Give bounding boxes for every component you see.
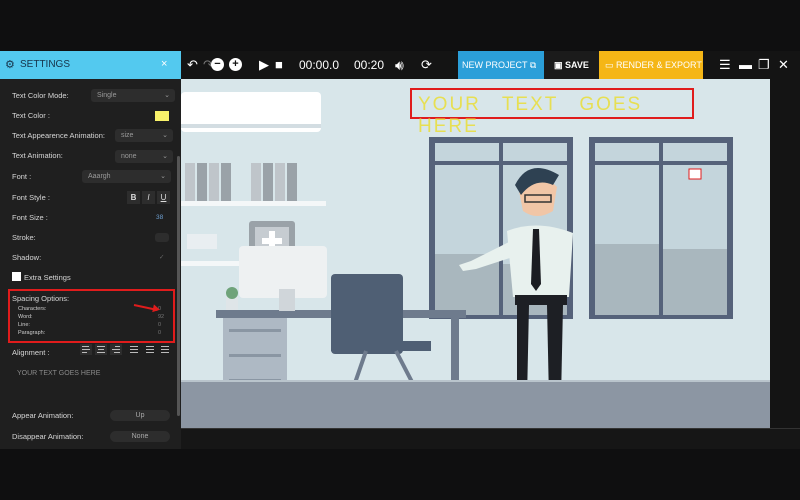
canvas-right-gutter xyxy=(770,79,800,428)
spacing-options-box: Spacing Options: Characters: 0 Word: 92 … xyxy=(8,289,175,343)
justify-all-button[interactable] xyxy=(144,344,156,355)
chevron-down-icon: ⌄ xyxy=(162,153,168,160)
air-conditioner xyxy=(181,92,321,132)
minimize-icon[interactable]: ▬ xyxy=(739,57,752,73)
italic-button[interactable]: I xyxy=(142,191,155,204)
close-icon[interactable]: × xyxy=(161,58,167,70)
chevron-down-icon: ⌄ xyxy=(162,132,168,139)
justify-last-button[interactable] xyxy=(159,344,171,355)
align-left-button[interactable] xyxy=(80,344,92,355)
volume-icon[interactable]: 🔊︎ xyxy=(395,57,404,73)
align-center-button[interactable] xyxy=(95,344,107,355)
spacing-options-title: Spacing Options: xyxy=(12,294,70,303)
stop-icon[interactable]: ■ xyxy=(275,57,283,73)
spacing-characters-label: Characters: xyxy=(18,306,47,312)
stroke-toggle[interactable] xyxy=(155,233,169,242)
font-value: Aaargh xyxy=(88,173,111,180)
font-select[interactable]: Aaargh ⌄ xyxy=(82,170,171,183)
settings-header: ⚙ SETTINGS × xyxy=(0,51,181,79)
play-icon[interactable]: ▶ xyxy=(259,57,269,73)
gear-icon: ⚙ xyxy=(5,59,15,71)
underline-button[interactable]: U xyxy=(157,191,170,204)
text-animation-select[interactable]: none ⌄ xyxy=(115,150,173,163)
bottom-bar xyxy=(0,449,800,500)
close-window-icon[interactable]: ✕ xyxy=(778,57,789,73)
text-animation-value: none xyxy=(121,153,137,160)
new-project-label: NEW PROJECT xyxy=(462,60,528,70)
annotation-arrow-head xyxy=(152,304,161,314)
render-export-button[interactable]: ▭ RENDER & EXPORT xyxy=(599,51,703,79)
font-size-label: Font Size : xyxy=(12,213,48,222)
alignment-label: Alignment : xyxy=(12,348,50,357)
headline-text-box[interactable]: YOUR TEXT GOES HERE xyxy=(410,88,694,137)
current-time: 00:00.0 xyxy=(299,58,340,72)
window-right xyxy=(589,137,733,319)
save-label: SAVE xyxy=(565,60,589,70)
text-input[interactable]: YOUR TEXT GOES HERE xyxy=(17,370,100,377)
spacing-paragraph-label: Paragraph: xyxy=(18,330,46,336)
timeline-strip[interactable] xyxy=(181,428,800,449)
scene-canvas[interactable]: YOUR TEXT GOES HERE xyxy=(181,79,770,428)
layers-icon[interactable]: ☰ xyxy=(719,57,731,73)
chevron-down-icon: ⌄ xyxy=(164,92,170,99)
text-color-mode-label: Text Color Mode: xyxy=(12,91,69,100)
font-size-input[interactable]: 38 xyxy=(156,214,163,221)
disappear-animation-select[interactable]: None xyxy=(110,431,170,442)
render-label: RENDER & EXPORT xyxy=(616,60,702,70)
appearance-animation-select[interactable]: size ⌄ xyxy=(115,129,173,142)
floor xyxy=(181,382,770,428)
font-style-label: Font Style : xyxy=(12,193,50,202)
top-toolbar: ↶ ↷ − + ▶ ■ 00:00.0 00:20 🔊︎ ⟳ NEW PROJE… xyxy=(181,51,800,79)
panel-scrollbar[interactable] xyxy=(177,156,180,416)
text-color-mode-value: Single xyxy=(97,92,117,99)
spacing-line-label: Line: xyxy=(18,322,30,328)
font-label: Font : xyxy=(12,172,32,181)
save-button[interactable]: ▣ SAVE xyxy=(544,51,599,79)
appearance-animation-label: Text Appearence Animation: xyxy=(12,131,105,140)
new-project-button[interactable]: NEW PROJECT ⧉ xyxy=(458,51,544,79)
plant xyxy=(226,287,238,310)
appear-animation-label: Appear Animation: xyxy=(12,411,74,420)
spacing-word-value[interactable]: 92 xyxy=(158,314,164,320)
zoom-in-button[interactable]: + xyxy=(229,58,242,71)
external-link-icon: ⧉ xyxy=(529,60,537,70)
stroke-label: Stroke: xyxy=(12,233,36,242)
undo-icon[interactable]: ↶ xyxy=(187,57,198,73)
zoom-out-button[interactable]: − xyxy=(211,58,224,71)
spacing-word-label: Word: xyxy=(18,314,33,320)
headline-text: YOUR TEXT GOES HERE xyxy=(418,94,643,137)
spacing-paragraph-value[interactable]: 0 xyxy=(158,330,161,336)
justify-button[interactable] xyxy=(128,344,140,355)
computer-monitor xyxy=(239,246,327,311)
settings-panel: ⚙ SETTINGS × Text Color Mode: Single ⌄ Te… xyxy=(0,51,181,449)
spacing-line-value[interactable]: 0 xyxy=(158,322,161,328)
appear-animation-select[interactable]: Up xyxy=(110,410,170,421)
text-animation-label: Text Animation: xyxy=(12,151,63,160)
appearance-animation-value: size xyxy=(121,132,134,139)
align-right-button[interactable] xyxy=(110,344,122,355)
extra-settings-label: Extra Settings xyxy=(24,273,71,282)
shadow-label: Shadow: xyxy=(12,253,42,262)
text-color-swatch[interactable] xyxy=(155,111,169,121)
text-color-label: Text Color : xyxy=(12,111,50,120)
monitor-icon: ▭ xyxy=(605,60,617,70)
restore-icon[interactable]: ❐ xyxy=(758,57,770,73)
floppy-icon: ▣ xyxy=(554,60,566,70)
settings-title: SETTINGS xyxy=(20,59,71,70)
bold-button[interactable]: B xyxy=(127,191,140,204)
extra-settings-checkbox[interactable] xyxy=(12,272,21,281)
disappear-animation-label: Disappear Animation: xyxy=(12,432,84,441)
chevron-down-icon: ⌄ xyxy=(160,173,166,180)
loop-icon[interactable]: ⟳ xyxy=(421,57,432,73)
check-icon[interactable]: ✓ xyxy=(159,253,164,261)
total-time: 00:20 xyxy=(354,58,385,72)
text-color-mode-select[interactable]: Single ⌄ xyxy=(91,89,175,102)
